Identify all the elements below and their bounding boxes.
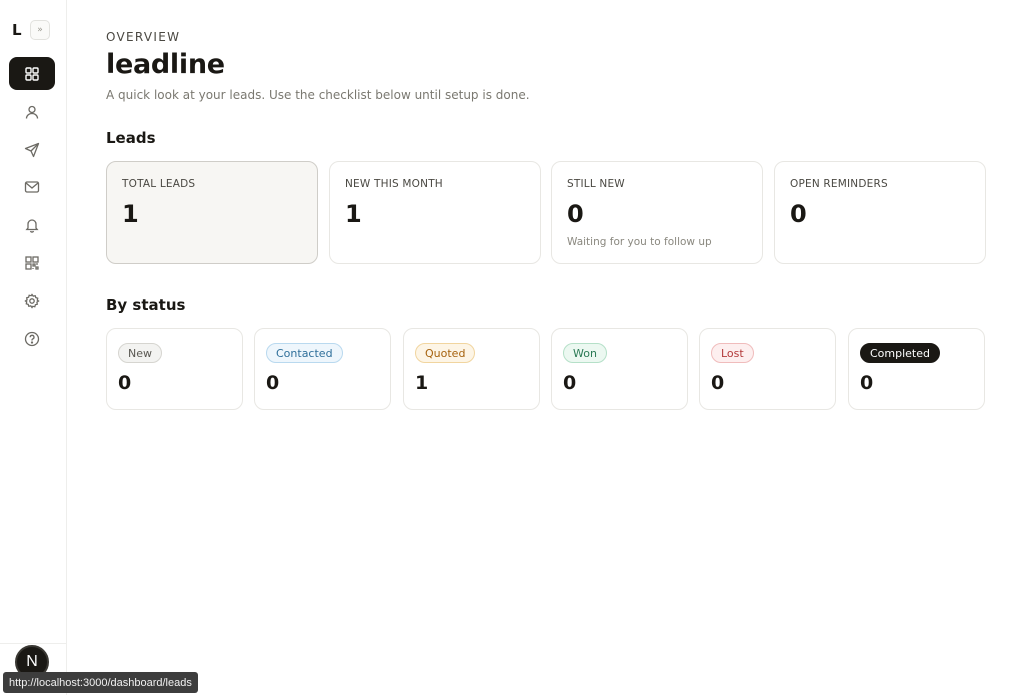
status-badge: Completed bbox=[860, 343, 940, 363]
leads-section-title: Leads bbox=[106, 129, 156, 147]
grid-icon bbox=[25, 66, 39, 81]
stat-value: 1 bbox=[345, 200, 362, 228]
stat-label: TOTAL LEADS bbox=[122, 178, 196, 190]
stat-card-new-this-month[interactable]: NEW THIS MONTH 1 bbox=[329, 161, 541, 264]
sidebar-item-send[interactable] bbox=[9, 133, 55, 166]
status-badge: Lost bbox=[711, 343, 754, 363]
stat-label: NEW THIS MONTH bbox=[345, 178, 443, 190]
qr-icon bbox=[25, 255, 39, 270]
status-badge: New bbox=[118, 343, 162, 363]
stat-card-total-leads[interactable]: TOTAL LEADS 1 bbox=[106, 161, 318, 264]
link-url-tooltip: http://localhost:3000/dashboard/leads bbox=[3, 672, 198, 693]
status-badge: Contacted bbox=[266, 343, 343, 363]
status-count: 1 bbox=[415, 372, 429, 394]
by-status-section-title: By status bbox=[106, 296, 186, 314]
stat-value: 1 bbox=[122, 200, 139, 228]
status-count: 0 bbox=[860, 372, 874, 394]
stat-label: OPEN REMINDERS bbox=[790, 178, 888, 190]
user-icon bbox=[25, 105, 39, 119]
stat-card-open-reminders[interactable]: OPEN REMINDERS 0 bbox=[774, 161, 986, 264]
sidebar-divider bbox=[0, 643, 67, 644]
status-count: 0 bbox=[563, 372, 577, 394]
stat-subtext: Waiting for you to follow up bbox=[567, 236, 712, 248]
sidebar-item-help[interactable] bbox=[9, 322, 55, 355]
status-card-won[interactable]: Won 0 bbox=[551, 328, 688, 410]
status-badge: Quoted bbox=[415, 343, 476, 363]
help-icon bbox=[24, 331, 40, 346]
status-card-lost[interactable]: Lost 0 bbox=[699, 328, 836, 410]
status-count: 0 bbox=[118, 372, 132, 394]
page-eyebrow: OVERVIEW bbox=[106, 30, 181, 44]
stat-label: STILL NEW bbox=[567, 178, 625, 190]
sidebar-collapse-button[interactable]: » bbox=[30, 20, 50, 40]
sidebar-item-mail[interactable] bbox=[9, 170, 55, 203]
status-card-contacted[interactable]: Contacted 0 bbox=[254, 328, 391, 410]
status-card-completed[interactable]: Completed 0 bbox=[848, 328, 985, 410]
status-badge: Won bbox=[563, 343, 607, 363]
mail-icon bbox=[24, 180, 40, 193]
stat-card-still-new[interactable]: STILL NEW 0 Waiting for you to follow up bbox=[551, 161, 763, 264]
status-count: 0 bbox=[266, 372, 280, 394]
sidebar-item-reminders[interactable] bbox=[9, 208, 55, 241]
stat-value: 0 bbox=[790, 200, 807, 228]
page-subtitle: A quick look at your leads. Use the chec… bbox=[106, 88, 530, 102]
page-title: leadline bbox=[106, 49, 225, 80]
sidebar-item-contacts[interactable] bbox=[9, 95, 55, 128]
sidebar-item-settings[interactable] bbox=[9, 284, 55, 317]
sidebar-item-dashboard[interactable] bbox=[9, 57, 55, 90]
brand-logo[interactable]: L bbox=[12, 21, 22, 39]
status-count: 0 bbox=[711, 372, 725, 394]
stat-value: 0 bbox=[567, 200, 584, 228]
sidebar: L » N bbox=[0, 0, 67, 695]
gear-icon bbox=[24, 292, 40, 309]
status-card-quoted[interactable]: Quoted 1 bbox=[403, 328, 540, 410]
status-card-new[interactable]: New 0 bbox=[106, 328, 243, 410]
bell-icon bbox=[25, 218, 39, 233]
sidebar-item-qr[interactable] bbox=[9, 246, 55, 279]
send-icon bbox=[24, 142, 40, 157]
